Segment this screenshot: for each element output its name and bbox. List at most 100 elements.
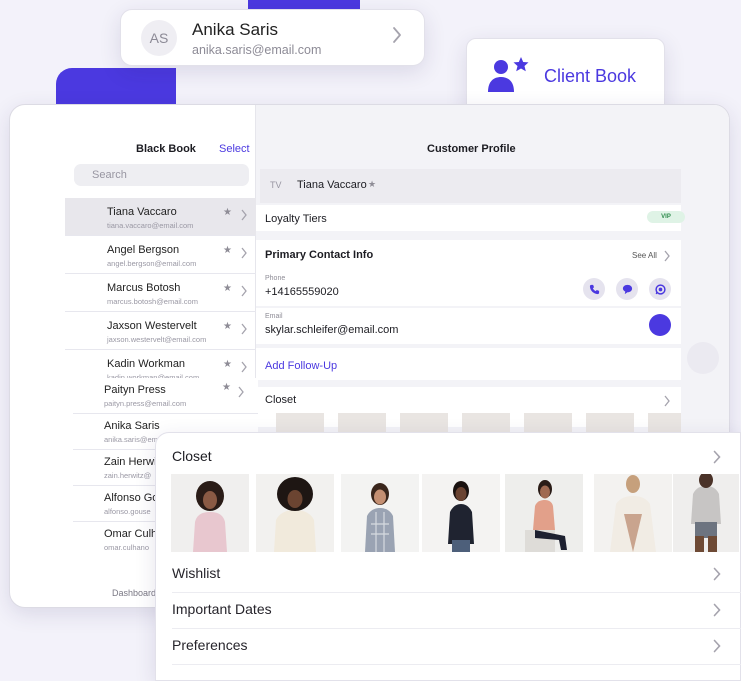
closet-thumbnail[interactable] xyxy=(648,413,681,433)
closet-thumbnail[interactable] xyxy=(400,413,448,433)
primary-contact-title: Primary Contact Info xyxy=(265,249,374,261)
email-label: Email xyxy=(265,313,283,320)
email-button[interactable] xyxy=(649,314,671,336)
add-follow-up-link[interactable]: Add Follow-Up xyxy=(265,360,337,372)
phone-icon xyxy=(589,284,599,294)
important-dates-row[interactable]: Important Dates xyxy=(172,593,741,629)
closet-photo[interactable] xyxy=(673,474,739,552)
phone-value: +14165559020 xyxy=(265,286,339,298)
chevron-right-icon xyxy=(713,603,721,617)
closet-thumbnails xyxy=(256,413,681,433)
chevron-right-icon xyxy=(664,250,670,262)
closet-thumbnail[interactable] xyxy=(462,413,510,433)
wishlist-label: Wishlist xyxy=(172,565,221,581)
star-icon[interactable]: ★ xyxy=(223,321,232,332)
wishlist-row[interactable]: Wishlist xyxy=(172,557,741,593)
chevron-right-icon[interactable] xyxy=(713,450,721,464)
search-placeholder: Search xyxy=(92,169,127,181)
contact-email: angel.bergson@email.com xyxy=(107,259,197,268)
chevron-right-icon xyxy=(713,639,721,653)
profile-name: Tiana Vaccaro xyxy=(297,179,367,191)
primary-contact-header: Primary Contact Info See All xyxy=(256,240,681,270)
call-button[interactable] xyxy=(583,278,605,300)
star-icon[interactable]: ★ xyxy=(223,245,232,256)
select-button[interactable]: Select xyxy=(219,143,250,155)
phone-label: Phone xyxy=(265,275,286,282)
closet-photo[interactable] xyxy=(171,474,249,552)
closet-card: Closet Wishlist Important Dates Preferen… xyxy=(155,432,741,681)
floating-circle xyxy=(687,342,719,374)
chevron-right-icon xyxy=(241,209,247,221)
contact-email: omar.culhano xyxy=(104,543,150,552)
loyalty-tiers-row[interactable]: Loyalty Tiers VIP xyxy=(256,205,685,231)
star-icon[interactable]: ★ xyxy=(223,283,232,294)
vip-badge: VIP xyxy=(647,211,685,223)
avatar: TV xyxy=(270,180,282,190)
contact-name: Angel Bergson xyxy=(107,244,180,256)
closet-photo[interactable] xyxy=(256,474,334,552)
contact-name: Kadin Workman xyxy=(107,358,186,370)
closet-thumbnail[interactable] xyxy=(524,413,572,433)
chevron-right-icon xyxy=(713,567,721,581)
contact-email: anika.saris@em xyxy=(104,435,158,444)
star-icon[interactable]: ★ xyxy=(368,179,376,190)
list-item[interactable]: Jaxson Westervelt jaxson.westervelt@emai… xyxy=(65,312,256,350)
see-all-link[interactable]: See All xyxy=(632,251,657,260)
chevron-right-icon xyxy=(241,323,247,335)
closet-thumbnail[interactable] xyxy=(338,413,386,433)
chevron-right-icon xyxy=(241,285,247,297)
chevron-right-icon xyxy=(664,395,670,407)
contact-email: marcus.botosh@email.com xyxy=(107,297,198,306)
contact-email: alfonso.gouse xyxy=(104,507,151,516)
closet-row[interactable]: Closet xyxy=(256,387,681,433)
contact-name: Tiana Vaccaro xyxy=(107,206,177,218)
contact-email: tiana.vaccaro@email.com xyxy=(107,221,194,230)
closet-thumbnail[interactable] xyxy=(276,413,324,433)
client-book-label: Client Book xyxy=(544,66,637,86)
list-item[interactable]: Paityn Press paityn.press@email.com ★ xyxy=(73,378,258,414)
profile-header: TV Tiana Vaccaro ★ xyxy=(260,169,681,203)
user-email: anika.saris@email.com xyxy=(192,43,322,57)
email-row: Email skylar.schleifer@email.com xyxy=(256,308,681,344)
closet-photo[interactable] xyxy=(594,474,672,552)
add-follow-up-row[interactable]: Add Follow-Up xyxy=(256,348,681,380)
closet-thumbnail[interactable] xyxy=(586,413,634,433)
search-input[interactable]: Search xyxy=(74,164,249,186)
star-icon[interactable]: ★ xyxy=(222,382,231,393)
chevron-right-icon xyxy=(238,386,244,398)
contact-name: Alfonso Go xyxy=(104,492,159,504)
client-book-card[interactable]: Client Book xyxy=(466,38,665,114)
list-item[interactable]: Angel Bergson angel.bergson@email.com ★ xyxy=(65,236,256,274)
avatar: AS xyxy=(141,20,177,56)
contact-name: Jaxson Westervelt xyxy=(107,320,197,332)
tab-dashboard[interactable]: Dashboard xyxy=(112,588,156,598)
whatsapp-button[interactable] xyxy=(649,278,671,300)
contact-email: zain.herwitz@ xyxy=(104,471,152,480)
user-name: Anika Saris xyxy=(192,20,278,39)
contact-name: Marcus Botosh xyxy=(107,282,181,294)
contact-name: Zain Herwit xyxy=(104,456,160,468)
chevron-right-icon xyxy=(241,247,247,259)
star-icon[interactable]: ★ xyxy=(223,359,232,370)
list-item[interactable]: Marcus Botosh marcus.botosh@email.com ★ xyxy=(65,274,256,312)
list-item[interactable]: Tiana Vaccaro tiana.vaccaro@email.com ★ xyxy=(65,198,256,236)
star-icon[interactable]: ★ xyxy=(223,207,232,218)
client-book-icon xyxy=(488,57,529,92)
preferences-row[interactable]: Preferences xyxy=(172,629,741,665)
message-button[interactable] xyxy=(616,278,638,300)
contact-name: Anika Saris xyxy=(104,420,160,432)
customer-profile-title: Customer Profile xyxy=(427,143,516,155)
chevron-right-icon xyxy=(241,361,247,373)
user-card[interactable]: AS Anika Saris anika.saris@email.com xyxy=(120,9,425,66)
preferences-label: Preferences xyxy=(172,637,248,653)
whatsapp-icon xyxy=(654,283,666,295)
email-value: skylar.schleifer@email.com xyxy=(265,324,399,336)
closet-photo[interactable] xyxy=(341,474,419,552)
closet-label: Closet xyxy=(265,394,297,406)
closet-photo[interactable] xyxy=(505,474,583,552)
contact-email: paityn.press@email.com xyxy=(104,399,187,408)
closet-title[interactable]: Closet xyxy=(172,448,212,464)
contact-name: Paityn Press xyxy=(104,384,166,396)
closet-photo[interactable] xyxy=(422,474,500,552)
chat-icon xyxy=(622,284,632,294)
